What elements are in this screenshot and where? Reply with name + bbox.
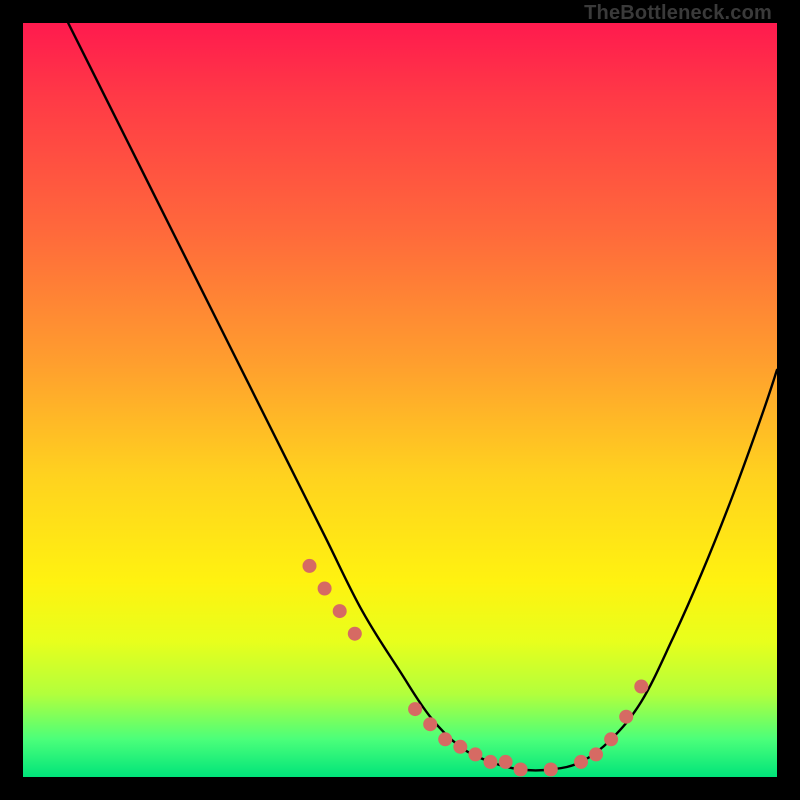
marker-point [468,747,482,761]
marker-point [589,747,603,761]
marker-point [453,740,467,754]
marker-point [514,763,528,777]
highlighted-points [303,559,649,777]
marker-point [544,763,558,777]
marker-point [604,732,618,746]
marker-point [438,732,452,746]
attribution-text: TheBottleneck.com [584,2,772,25]
marker-point [423,717,437,731]
marker-point [318,582,332,596]
chart-svg [23,23,777,777]
bottleneck-curve [68,23,777,770]
marker-point [348,627,362,641]
marker-point [499,755,513,769]
marker-point [619,710,633,724]
marker-point [574,755,588,769]
marker-point [634,680,648,694]
marker-point [408,702,422,716]
marker-point [484,755,498,769]
marker-point [333,604,347,618]
chart-frame [23,23,777,777]
marker-point [303,559,317,573]
